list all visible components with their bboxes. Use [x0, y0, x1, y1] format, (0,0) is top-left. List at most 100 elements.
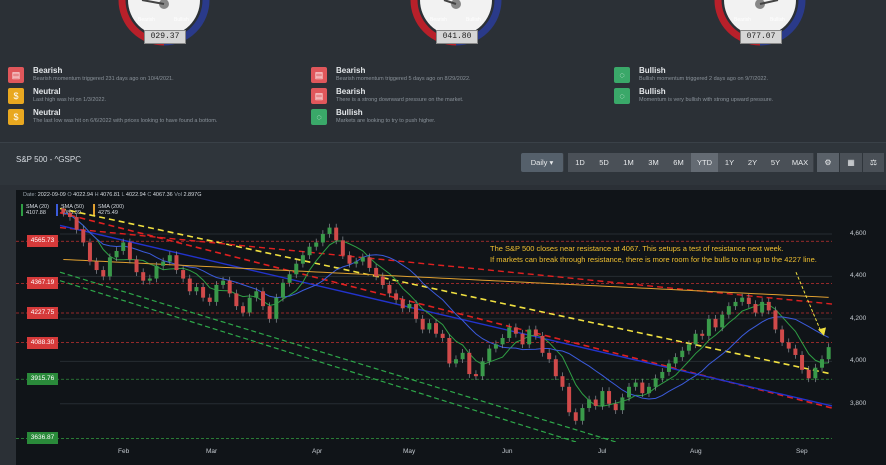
range-button-1d[interactable]: 1D — [568, 153, 593, 172]
signal-title: Bullish — [336, 108, 363, 117]
candle — [67, 212, 72, 217]
candle — [820, 359, 825, 368]
range-button-1m[interactable]: 1M — [616, 153, 642, 172]
candle — [174, 255, 179, 271]
candle — [653, 378, 658, 387]
candle — [740, 297, 745, 302]
candle — [234, 293, 239, 307]
signal-item: $ Neutral The last low was hit on 6/6/20… — [8, 108, 298, 126]
gauge-icon: ◌ — [614, 67, 630, 83]
candle — [354, 261, 359, 264]
candle — [101, 270, 106, 277]
y-tick-label: 4,200 — [850, 314, 867, 322]
scale-icon[interactable]: ⚖ — [863, 153, 884, 172]
range-button-6m[interactable]: 6M — [666, 153, 692, 172]
candle — [600, 391, 605, 406]
candle — [806, 369, 811, 379]
calculator-icon[interactable]: ▦ — [840, 153, 862, 172]
candle — [367, 257, 372, 268]
dollar-icon: $ — [8, 109, 24, 125]
candle — [254, 291, 259, 298]
gauge-bullish-label: Bullish — [174, 17, 189, 23]
candle — [374, 267, 379, 277]
signal-item: ◌ Bullish Bullish momentum triggered 2 d… — [614, 66, 886, 84]
candle — [746, 297, 751, 305]
candle — [294, 263, 299, 275]
candle — [513, 327, 518, 334]
candle — [207, 297, 212, 302]
sma-line-50 — [63, 212, 829, 400]
signal-title: Neutral — [33, 87, 61, 96]
candle — [394, 293, 399, 300]
range-button-2y[interactable]: 2Y — [741, 153, 765, 172]
level-label: 4227.75 — [27, 306, 58, 319]
candle — [733, 301, 738, 307]
candle — [467, 352, 472, 375]
candle — [640, 382, 645, 394]
y-tick-label: 4,000 — [850, 357, 867, 365]
candle — [360, 257, 365, 262]
y-tick-label: 3,800 — [850, 399, 867, 407]
candle — [760, 301, 765, 313]
range-button-5d[interactable]: 5D — [592, 153, 617, 172]
candle — [300, 255, 305, 264]
signal-desc: Last high was hit on 1/3/2022. — [33, 97, 107, 103]
candle — [700, 333, 705, 336]
candle — [613, 403, 618, 411]
signal-desc: There is a strong downward pressure on t… — [336, 97, 464, 103]
range-button-5y[interactable]: 5Y — [764, 153, 788, 172]
x-tick-label: May — [403, 448, 416, 455]
signal-desc: Bullish momentum triggered 2 days ago on… — [639, 76, 769, 82]
y-tick-label: 4,400 — [850, 272, 867, 280]
signal-title: Bullish — [639, 87, 666, 96]
candle — [693, 333, 698, 345]
level-label: 3915.76 — [27, 373, 58, 386]
x-tick-label: Jun — [502, 448, 513, 455]
signal-title: Bullish — [639, 66, 666, 75]
candle — [247, 297, 252, 313]
candle — [314, 242, 319, 247]
candle — [560, 376, 565, 387]
candle — [453, 359, 458, 364]
candle — [434, 323, 439, 334]
candle — [201, 287, 206, 298]
candle — [680, 350, 685, 358]
candle — [786, 342, 791, 349]
gauge-bullish-label: Bullish — [770, 17, 785, 23]
x-tick-label: Sep — [796, 448, 808, 455]
candle — [813, 367, 818, 379]
signal-title: Bearish — [33, 66, 63, 75]
interval-dropdown[interactable]: Daily ▾ — [521, 153, 564, 172]
signal-list: ▤ Bearish Bearish momentum triggered 231… — [0, 66, 886, 130]
message-icon: ▤ — [8, 67, 24, 83]
candle — [134, 259, 139, 273]
candle — [187, 278, 192, 292]
candle — [547, 352, 552, 360]
candle — [121, 242, 126, 251]
candle — [440, 333, 445, 338]
candle — [713, 318, 718, 328]
candle — [320, 233, 325, 243]
candle — [580, 408, 585, 421]
candle — [766, 301, 771, 311]
x-tick-label: Feb — [118, 448, 130, 455]
range-button-ytd[interactable]: YTD — [691, 153, 719, 172]
candle — [81, 229, 86, 243]
candle — [61, 208, 66, 213]
range-button-max[interactable]: MAX — [787, 153, 814, 172]
gauge-icon: ◌ — [311, 109, 327, 125]
settings-icon[interactable]: ⚙ — [817, 153, 839, 172]
candle — [380, 276, 385, 285]
range-button-3m[interactable]: 3M — [641, 153, 667, 172]
signal-item: ◌ Bullish Momentum is very bullish with … — [614, 87, 886, 105]
candle — [720, 314, 725, 328]
range-button-1y[interactable]: 1Y — [718, 153, 742, 172]
candle — [573, 412, 578, 421]
sentiment-gauge: Bearish Bullish 029.37 — [114, 0, 214, 48]
candle — [400, 299, 405, 309]
candle — [94, 261, 99, 271]
x-tick-label: Mar — [206, 448, 218, 455]
y-tick-label: 4,600 — [850, 229, 867, 237]
chart-toolbar: S&P 500 - ^GSPC Daily ▾ 1D 5D 1M 3M 6M YTD 1Y 2… — [0, 142, 886, 185]
candle — [194, 287, 199, 292]
